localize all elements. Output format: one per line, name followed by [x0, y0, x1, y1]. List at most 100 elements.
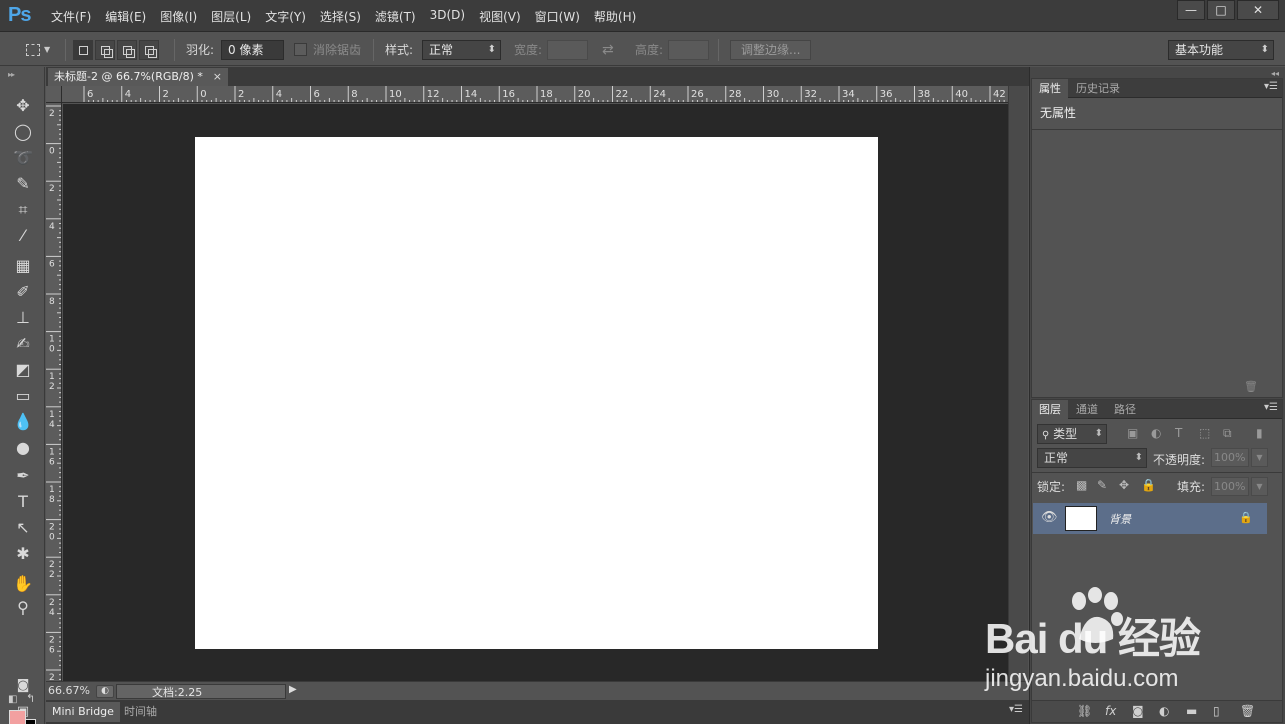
trash-icon[interactable]: 🗑 [1244, 380, 1258, 393]
blur-tool-icon[interactable]: 💧 [10, 411, 36, 433]
layer-name[interactable]: 背景 [1109, 511, 1131, 527]
add-mask-icon[interactable]: ◙ [1132, 704, 1144, 718]
height-input[interactable] [668, 39, 709, 60]
subtract-from-selection-icon[interactable] [117, 39, 137, 60]
menu-file[interactable]: 文件(F) [44, 8, 98, 25]
tab-mini-bridge[interactable]: Mini Bridge [46, 702, 120, 722]
adjustment-layer-icon[interactable]: ◐ [1159, 704, 1169, 718]
menu-type[interactable]: 文字(Y) [258, 8, 313, 25]
type-filter-icon[interactable]: T [1175, 426, 1182, 440]
move-tool-icon[interactable]: ✥ [10, 95, 36, 117]
zoom-level[interactable]: 66.67% [48, 684, 90, 697]
menu-help[interactable]: 帮助(H) [587, 8, 643, 25]
tab-channels[interactable]: 通道 [1069, 400, 1105, 419]
gradient-tool-icon[interactable]: ▭ [10, 385, 36, 407]
lasso-tool-icon[interactable]: ➰ [10, 147, 36, 169]
zoom-tool-icon[interactable]: ⚲ [10, 597, 36, 619]
opacity-dropdown-icon[interactable]: ▼ [1251, 448, 1268, 467]
clone-stamp-tool-icon[interactable]: ⊥ [10, 307, 36, 329]
smart-object-filter-icon[interactable]: ⧉ [1223, 426, 1232, 441]
menu-edit[interactable]: 编辑(E) [98, 8, 153, 25]
document-canvas[interactable] [195, 137, 878, 649]
status-info-icon[interactable]: ◐ [96, 685, 114, 698]
tab-properties[interactable]: 属性 [1032, 79, 1068, 98]
status-menu-arrow-icon[interactable]: ▶ [289, 684, 297, 695]
history-brush-tool-icon[interactable]: ✍ [10, 333, 36, 355]
minimize-button[interactable]: — [1177, 0, 1205, 20]
menu-layer[interactable]: 图层(L) [204, 8, 258, 25]
ruler-h-label: 20 [578, 89, 591, 100]
visibility-eye-icon[interactable]: 👁 [1041, 510, 1058, 525]
path-selection-tool-icon[interactable]: ↖ [10, 517, 36, 539]
opacity-input[interactable]: 100% [1211, 448, 1249, 467]
dodge-tool-icon[interactable]: ● [10, 437, 36, 459]
tab-timeline[interactable]: 时间轴 [118, 702, 163, 722]
canvas-pasteboard[interactable] [63, 104, 1008, 681]
workspace-select[interactable]: 基本功能 [1168, 39, 1274, 60]
fill-input[interactable]: 100% [1211, 477, 1249, 496]
tool-preset-picker[interactable]: ▼ [26, 33, 50, 66]
panel-menu-icon[interactable]: ▾☰ [1264, 402, 1278, 413]
eyedropper-tool-icon[interactable]: ⁄ [10, 225, 36, 247]
tab-paths[interactable]: 路径 [1107, 400, 1143, 419]
document-tab[interactable]: 未标题-2 @ 66.7%(RGB/8) * × [48, 68, 228, 86]
fill-dropdown-icon[interactable]: ▼ [1251, 477, 1268, 496]
style-select[interactable]: 正常 [422, 39, 501, 60]
swap-dimensions-icon[interactable]: ⇄ [602, 42, 614, 58]
type-tool-icon[interactable]: T [10, 491, 36, 513]
menu-3d[interactable]: 3D(D) [423, 8, 472, 25]
new-layer-icon[interactable]: ▯ [1213, 704, 1220, 718]
lock-transparent-icon[interactable]: ▩ [1076, 478, 1087, 492]
antialias-checkbox[interactable]: 消除锯齿 [294, 33, 361, 66]
tab-history[interactable]: 历史记录 [1069, 79, 1127, 98]
panel-menu-icon[interactable]: ▾☰ [1009, 704, 1023, 715]
hand-tool-icon[interactable]: ✋ [10, 573, 36, 595]
quick-mask-icon[interactable]: ◙ [10, 675, 36, 697]
crop-tool-icon[interactable]: ⌗ [10, 199, 36, 221]
ruler-v-label: 8 [49, 495, 55, 505]
panel-grip-icon[interactable]: ▸▸ [8, 70, 15, 79]
add-to-selection-icon[interactable] [95, 39, 115, 60]
ruler-h-label: 12 [427, 89, 440, 100]
panel-menu-icon[interactable]: ▾☰ [1264, 81, 1278, 92]
menu-select[interactable]: 选择(S) [313, 8, 368, 25]
pixel-filter-icon[interactable]: ▣ [1127, 426, 1138, 440]
layer-filter-select[interactable]: ⚲ 类型 [1037, 424, 1107, 444]
width-input[interactable] [547, 39, 588, 60]
menu-filter[interactable]: 滤镜(T) [368, 8, 423, 25]
lock-pixels-icon[interactable]: ✎ [1097, 478, 1107, 492]
menu-image[interactable]: 图像(I) [153, 8, 204, 25]
lock-all-icon[interactable]: 🔒 [1141, 478, 1156, 492]
pen-tool-icon[interactable]: ✒ [10, 465, 36, 487]
adjustment-filter-icon[interactable]: ◐ [1151, 426, 1161, 440]
foreground-color-swatch[interactable] [9, 710, 26, 724]
shape-filter-icon[interactable]: ⬚ [1199, 426, 1210, 440]
refine-edge-button[interactable]: 调整边缘... [730, 39, 812, 60]
close-window-button[interactable]: ✕ [1237, 0, 1279, 20]
intersect-selection-icon[interactable] [139, 39, 159, 60]
new-group-icon[interactable]: ▬ [1186, 704, 1197, 718]
quick-selection-tool-icon[interactable]: ✎ [10, 173, 36, 195]
layer-row[interactable]: 👁 背景 🔒 [1033, 503, 1267, 534]
menu-view[interactable]: 视图(V) [472, 8, 528, 25]
eraser-tool-icon[interactable]: ◩ [10, 359, 36, 381]
fx-icon[interactable]: fx [1105, 704, 1116, 718]
close-document-icon[interactable]: × [213, 68, 222, 86]
tab-layers[interactable]: 图层 [1032, 400, 1068, 419]
custom-shape-tool-icon[interactable]: ✱ [10, 543, 36, 565]
delete-layer-icon[interactable]: 🗑 [1240, 704, 1255, 718]
dock-collapse-icon[interactable]: ◂◂ [1271, 69, 1279, 78]
antialias-check[interactable] [294, 43, 307, 56]
brush-tool-icon[interactable]: ✐ [10, 281, 36, 303]
feather-input[interactable]: 0 像素 [221, 39, 284, 60]
spot-healing-tool-icon[interactable]: ▦ [10, 255, 36, 277]
ruler-origin[interactable] [46, 86, 62, 103]
filter-toggle-icon[interactable]: ▮ [1256, 426, 1263, 440]
lock-position-icon[interactable]: ✥ [1119, 478, 1129, 492]
menu-window[interactable]: 窗口(W) [528, 8, 587, 25]
link-layers-icon[interactable]: ⛓ [1077, 704, 1092, 718]
new-selection-icon[interactable] [73, 39, 93, 60]
blend-mode-select[interactable]: 正常 [1037, 448, 1147, 468]
elliptical-marquee-tool-icon[interactable]: ◯ [10, 121, 36, 143]
maximize-button[interactable]: □ [1207, 0, 1235, 20]
